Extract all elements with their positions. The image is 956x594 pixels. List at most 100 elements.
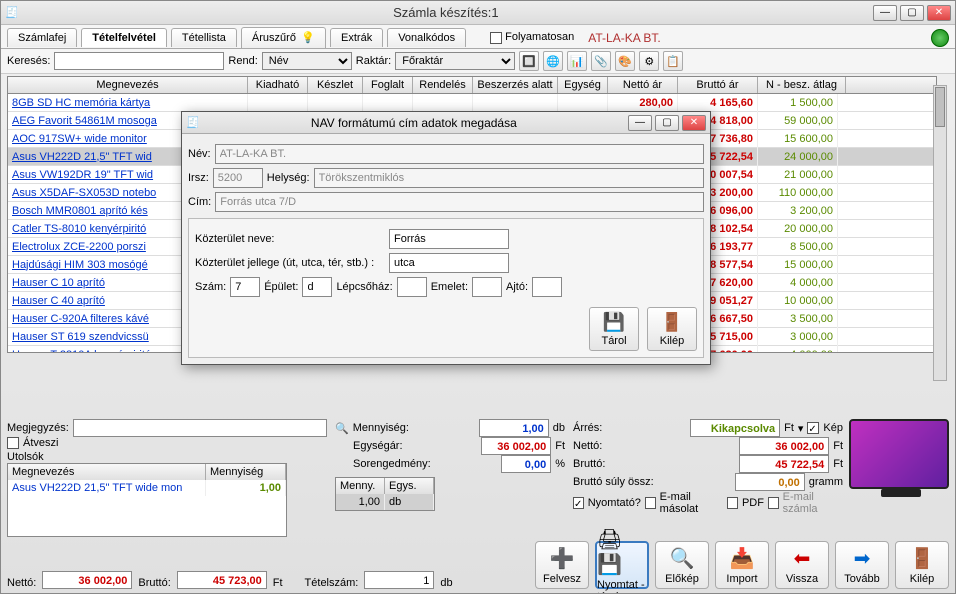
ajto-label: Ajtó: bbox=[506, 281, 528, 293]
comment-input[interactable] bbox=[73, 419, 327, 437]
suly-label: Bruttó súly össz: bbox=[573, 476, 654, 488]
cell-name[interactable]: 8GB SD HC memória kártya bbox=[8, 94, 248, 112]
nav-address-dialog: 🧾 NAV formátumú cím adatok megadása — ▢ … bbox=[181, 111, 711, 365]
company-name: AT-LA-KA BT. bbox=[588, 31, 660, 45]
back-icon: ⬅ bbox=[794, 546, 811, 571]
col-kiadhato[interactable]: Kiadható bbox=[248, 77, 308, 93]
refresh-button[interactable] bbox=[931, 29, 949, 47]
kozter-neve-input[interactable] bbox=[389, 229, 509, 249]
lastgrid-col-qty[interactable]: Mennyiség bbox=[206, 464, 286, 480]
egysegar-input[interactable]: 36 002,00 bbox=[481, 437, 551, 455]
lastgrid-col-name[interactable]: Megnevezés bbox=[8, 464, 206, 480]
scrollbar-thumb[interactable] bbox=[935, 87, 945, 127]
minimize-button[interactable]: — bbox=[873, 5, 897, 21]
tovabb-button[interactable]: ➡Tovább bbox=[835, 541, 889, 589]
cim-input bbox=[215, 192, 704, 212]
import-button[interactable]: 📥Import bbox=[715, 541, 769, 589]
table-row[interactable]: 8GB SD HC memória kártya280,004 165,601 … bbox=[8, 94, 936, 112]
print-save-icon: 🖨💾 bbox=[597, 527, 647, 577]
cell-net: 280,00 bbox=[608, 94, 678, 112]
dialog-titlebar: 🧾 NAV formátumú cím adatok megadása — ▢ … bbox=[182, 112, 710, 134]
dialog-minimize[interactable]: — bbox=[628, 115, 652, 131]
kozter-jelleg-input[interactable] bbox=[389, 253, 509, 273]
kozter-jelleg-label: Közterület jellege (út, utca, tér, stb.)… bbox=[195, 257, 385, 269]
col-keszlet[interactable]: Készlet bbox=[308, 77, 363, 93]
dialog-close[interactable]: ✕ bbox=[682, 115, 706, 131]
emelet-input[interactable] bbox=[472, 277, 502, 297]
menny-input[interactable]: 1,00 bbox=[479, 419, 549, 437]
col-netto[interactable]: Nettó ár bbox=[608, 77, 678, 93]
close-button[interactable]: ✕ bbox=[927, 5, 951, 21]
lastgrid-qty: 1,00 bbox=[206, 480, 286, 496]
emelet-label: Emelet: bbox=[431, 281, 468, 293]
felvesz-button[interactable]: ➕Felvesz bbox=[535, 541, 589, 589]
raktar-select[interactable]: Főraktár bbox=[395, 52, 515, 70]
email-masolat-label: E-mail másolat bbox=[660, 491, 724, 515]
epulet-input[interactable] bbox=[302, 277, 332, 297]
tetel-value: 1 bbox=[364, 571, 434, 589]
szam-input[interactable] bbox=[230, 277, 260, 297]
dropdown-icon[interactable]: ▾ bbox=[798, 422, 804, 435]
atveszi-checkbox[interactable] bbox=[7, 437, 19, 449]
email-szamla-checkbox[interactable] bbox=[768, 497, 779, 509]
search-toolbar: Keresés: Rend: Név Raktár: Főraktár 🔲 🌐 … bbox=[1, 49, 955, 74]
toolbar-btn-6[interactable]: ⚙ bbox=[639, 51, 659, 71]
lepcso-input[interactable] bbox=[397, 277, 427, 297]
lastgrid-row[interactable]: Asus VH222D 21,5" TFT wide mon1,00 bbox=[8, 480, 286, 496]
col-beszerzes[interactable]: Beszerzés alatt bbox=[473, 77, 558, 93]
tab-szamlafej[interactable]: Számlafej bbox=[7, 28, 77, 47]
col-n-besz[interactable]: N - besz. átlag bbox=[758, 77, 846, 93]
bulb-icon: 💡 bbox=[301, 31, 315, 45]
cim-label: Cím: bbox=[188, 196, 211, 208]
pdf-checkbox[interactable] bbox=[727, 497, 738, 509]
sorenged-input[interactable]: 0,00 bbox=[501, 455, 551, 473]
toolbar-btn-1[interactable]: 🔲 bbox=[519, 51, 539, 71]
vissza-button[interactable]: ⬅Vissza bbox=[775, 541, 829, 589]
tarol-button[interactable]: 💾Tárol bbox=[589, 307, 639, 351]
rend-select[interactable]: Név bbox=[262, 52, 352, 70]
last-grid: MegnevezésMennyiség Asus VH222D 21,5" TF… bbox=[7, 463, 287, 537]
maximize-button[interactable]: ▢ bbox=[900, 5, 924, 21]
irsz-label: Irsz: bbox=[188, 172, 209, 184]
ft-1: Ft bbox=[784, 422, 794, 434]
email-szamla-label: E-mail számla bbox=[783, 491, 843, 515]
rnetto-value: 36 002,00 bbox=[739, 437, 829, 455]
email-masolat-checkbox[interactable] bbox=[645, 497, 656, 509]
dialog-maximize[interactable]: ▢ bbox=[655, 115, 679, 131]
col-foglalt[interactable]: Foglalt bbox=[363, 77, 413, 93]
col-brutto[interactable]: Bruttó ár bbox=[678, 77, 758, 93]
search-input[interactable] bbox=[54, 52, 224, 70]
tab-tetellista[interactable]: Tétellista bbox=[171, 28, 237, 47]
col-megnevezes[interactable]: Megnevezés bbox=[8, 77, 248, 93]
tab-bar: Számlafej Tételfelvétel Tétellista Árusz… bbox=[1, 25, 955, 49]
toolbar-btn-ie[interactable]: 🌐 bbox=[543, 51, 563, 71]
ajto-input[interactable] bbox=[532, 277, 562, 297]
pdf-label: PDF bbox=[742, 497, 764, 509]
toolbar-btn-attach[interactable]: 📎 bbox=[591, 51, 611, 71]
comment-label: Megjegyzés: bbox=[7, 422, 69, 434]
col-rendeles[interactable]: Rendelés bbox=[413, 77, 473, 93]
dialog-kilep-button[interactable]: 🚪Kilép bbox=[647, 307, 697, 351]
kilep-button[interactable]: 🚪Kilép bbox=[895, 541, 949, 589]
toolbar-btn-5[interactable]: 🎨 bbox=[615, 51, 635, 71]
toolbar-btn-3[interactable]: 📊 bbox=[567, 51, 587, 71]
cell-besz: 110 000,00 bbox=[758, 184, 838, 202]
nyomtat-tarol-button[interactable]: 🖨💾Nyomtat - tárol bbox=[595, 541, 649, 589]
tab-vonalkodos[interactable]: Vonalkódos bbox=[387, 28, 466, 47]
col-egyseg[interactable]: Egység bbox=[558, 77, 608, 93]
calc-icon[interactable]: 🔍 bbox=[335, 422, 349, 435]
elokep-button[interactable]: 🔍Előkép bbox=[655, 541, 709, 589]
nyomtato-checkbox[interactable] bbox=[573, 497, 584, 509]
ft-2: Ft bbox=[833, 440, 843, 452]
egysegar-label: Egységár: bbox=[353, 440, 403, 452]
tab-extrak[interactable]: Extrák bbox=[330, 28, 383, 47]
cell-besz: 20 000,00 bbox=[758, 220, 838, 238]
toolbar-btn-7[interactable]: 📋 bbox=[663, 51, 683, 71]
tab-tetelfelvetel[interactable]: Tételfelvétel bbox=[81, 28, 167, 47]
dialog-icon: 🧾 bbox=[186, 116, 200, 129]
grid-scrollbar[interactable] bbox=[933, 85, 947, 381]
kep-checkbox[interactable] bbox=[807, 422, 819, 434]
footer-brutto-label: Bruttó: bbox=[138, 577, 170, 589]
folyamatosan-checkbox[interactable] bbox=[490, 32, 502, 44]
tab-aruszuro[interactable]: Áruszűrő 💡 bbox=[241, 27, 326, 48]
